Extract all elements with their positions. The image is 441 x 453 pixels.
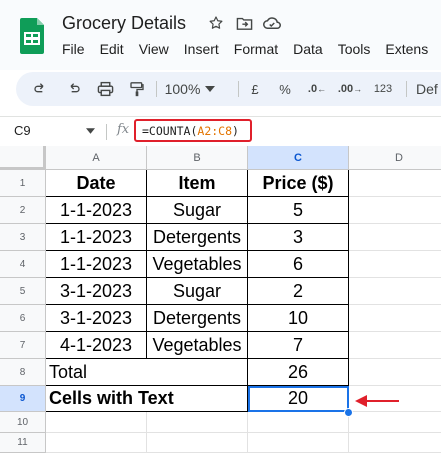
cell-a7[interactable]: 4-1-2023 (46, 332, 147, 359)
undo-icon[interactable] (30, 72, 52, 106)
cell-b11[interactable] (147, 433, 248, 453)
cell-c2[interactable]: 5 (248, 197, 349, 224)
row-header-8[interactable]: 8 (0, 359, 46, 386)
formula-range: A2:C8 (197, 124, 233, 138)
row-header-7[interactable]: 7 (0, 332, 46, 359)
cell-a11[interactable] (46, 433, 147, 453)
sheets-logo-icon[interactable] (18, 16, 46, 54)
cell-a8-total-label[interactable]: Total (46, 359, 248, 386)
row-header-11[interactable]: 11 (0, 433, 46, 453)
cell-d4[interactable] (349, 251, 441, 278)
cell-c7[interactable]: 7 (248, 332, 349, 359)
column-header-b[interactable]: B (147, 146, 248, 170)
red-arrow-icon (355, 395, 399, 407)
row-header-2[interactable]: 2 (0, 197, 46, 224)
column-header-d[interactable]: D (349, 146, 441, 170)
select-all-corner[interactable] (0, 146, 46, 170)
decrease-decimal-button[interactable]: .0 ← (305, 72, 329, 106)
row-header-5[interactable]: 5 (0, 278, 46, 305)
redo-icon[interactable] (62, 72, 84, 106)
cell-a9-count-label[interactable]: Cells with Text (46, 386, 248, 412)
cell-a2[interactable]: 1-1-2023 (46, 197, 147, 224)
cell-c8[interactable]: 26 (248, 359, 349, 386)
menu-format[interactable]: Format (234, 41, 278, 57)
formula-input[interactable]: =COUNTA(A2:C8) (142, 124, 239, 138)
cell-d11[interactable] (349, 433, 441, 453)
percent-format-button[interactable]: % (274, 72, 296, 106)
increase-decimal-button[interactable]: .00 → (336, 72, 364, 106)
cell-b1[interactable]: Item (147, 170, 248, 197)
formula-bar: C9 fx =COUNTA(A2:C8) (0, 116, 441, 147)
cell-b10[interactable] (147, 412, 248, 433)
menu-edit[interactable]: Edit (100, 41, 124, 57)
row-header-4[interactable]: 4 (0, 251, 46, 278)
row-header-6[interactable]: 6 (0, 305, 46, 332)
cell-b3[interactable]: Detergents (147, 224, 248, 251)
cell-c3[interactable]: 3 (248, 224, 349, 251)
cell-c1[interactable]: Price ($) (248, 170, 349, 197)
row-header-1[interactable]: 1 (0, 170, 46, 197)
active-cell-selection (248, 386, 349, 412)
star-icon[interactable] (207, 14, 225, 32)
cell-b4[interactable]: Vegetables (147, 251, 248, 278)
currency-format-button[interactable]: £ (244, 72, 266, 106)
paint-format-icon[interactable] (126, 72, 148, 106)
cell-d5[interactable] (349, 278, 441, 305)
number-format-button[interactable]: 123 (370, 72, 396, 106)
cell-a10[interactable] (46, 412, 147, 433)
cell-d7[interactable] (349, 332, 441, 359)
menu-view[interactable]: View (139, 41, 169, 57)
menu-tools[interactable]: Tools (338, 41, 371, 57)
menu-data[interactable]: Data (293, 41, 323, 57)
column-header-a[interactable]: A (46, 146, 147, 170)
cell-b5[interactable]: Sugar (147, 278, 248, 305)
cell-a5[interactable]: 3-1-2023 (46, 278, 147, 305)
toolbar: 100% £ % .0 ← .00 → 123 Def (16, 72, 441, 106)
cell-c11[interactable] (248, 433, 349, 453)
font-select[interactable]: Def (416, 72, 441, 106)
document-title[interactable]: Grocery Details (62, 13, 186, 34)
cell-d1[interactable] (349, 170, 441, 197)
fill-handle[interactable] (344, 408, 353, 417)
cell-b6[interactable]: Detergents (147, 305, 248, 332)
row-header-9[interactable]: 9 (0, 386, 46, 412)
cell-d2[interactable] (349, 197, 441, 224)
cell-c6[interactable]: 10 (248, 305, 349, 332)
zoom-select[interactable]: 100% (160, 72, 220, 106)
cell-a3[interactable]: 1-1-2023 (46, 224, 147, 251)
title-bar: Grocery Details File Edit View Insert Fo… (0, 0, 441, 70)
column-header-c[interactable]: C (248, 146, 349, 170)
cell-d10[interactable] (349, 412, 441, 433)
name-box[interactable]: C9 (14, 123, 31, 138)
cell-c5[interactable]: 2 (248, 278, 349, 305)
name-box-dropdown-icon[interactable] (86, 128, 95, 134)
chevron-down-icon (205, 86, 216, 92)
cell-b7[interactable]: Vegetables (147, 332, 248, 359)
fx-icon: fx (117, 122, 130, 137)
menu-extensions[interactable]: Extens (385, 41, 428, 57)
cell-d6[interactable] (349, 305, 441, 332)
cloud-status-icon[interactable] (263, 14, 281, 32)
print-icon[interactable] (94, 72, 116, 106)
cell-c4[interactable]: 6 (248, 251, 349, 278)
menu-insert[interactable]: Insert (184, 41, 219, 57)
cell-a4[interactable]: 1-1-2023 (46, 251, 147, 278)
zoom-value: 100% (164, 81, 201, 97)
row-header-3[interactable]: 3 (0, 224, 46, 251)
cell-a6[interactable]: 3-1-2023 (46, 305, 147, 332)
move-folder-icon[interactable] (235, 14, 253, 32)
menu-bar: File Edit View Insert Format Data Tools … (62, 41, 441, 57)
row-header-10[interactable]: 10 (0, 412, 46, 433)
cell-d3[interactable] (349, 224, 441, 251)
cell-a1[interactable]: Date (46, 170, 147, 197)
cell-c10[interactable] (248, 412, 349, 433)
cell-d8[interactable] (349, 359, 441, 386)
menu-file[interactable]: File (62, 41, 85, 57)
cell-b2[interactable]: Sugar (147, 197, 248, 224)
